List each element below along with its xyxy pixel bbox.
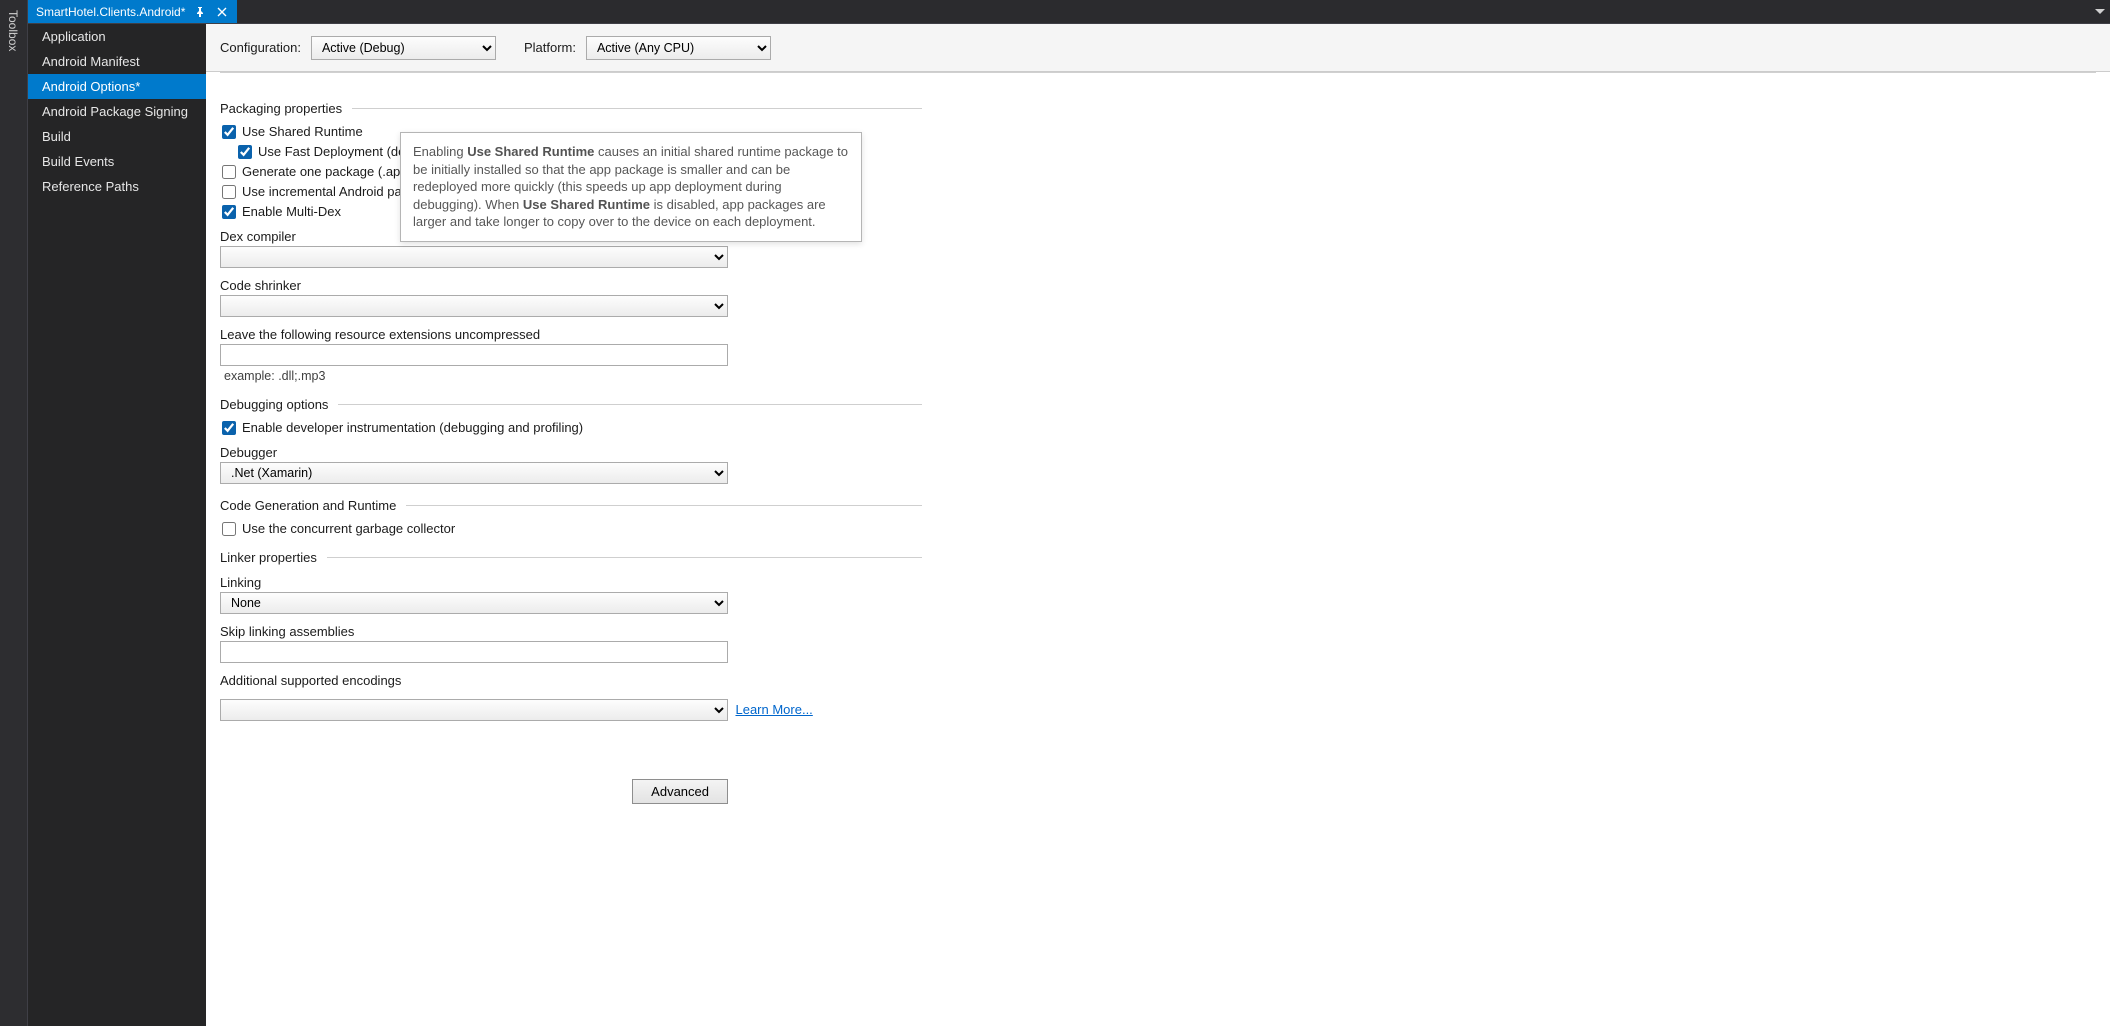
section-packaging: Packaging properties bbox=[220, 101, 922, 116]
checkbox-use-incremental-packaging[interactable] bbox=[222, 185, 236, 199]
code-shrinker-label: Code shrinker bbox=[220, 278, 922, 293]
pin-icon[interactable] bbox=[193, 5, 207, 19]
sidebar-item-android-options[interactable]: Android Options* bbox=[28, 74, 206, 99]
configuration-select[interactable]: Active (Debug) bbox=[311, 36, 496, 60]
config-bar: Configuration: Active (Debug) Platform: … bbox=[206, 24, 2110, 72]
debugger-select[interactable]: .Net (Xamarin) bbox=[220, 462, 728, 484]
label-enable-dev-instrumentation: Enable developer instrumentation (debugg… bbox=[242, 420, 583, 435]
sidebar-item-reference-paths[interactable]: Reference Paths bbox=[28, 174, 206, 199]
checkbox-use-shared-runtime[interactable] bbox=[222, 125, 236, 139]
uncompressed-ext-label: Leave the following resource extensions … bbox=[220, 327, 922, 342]
document-tab-title: SmartHotel.Clients.Android* bbox=[36, 5, 185, 19]
additional-encodings-label: Additional supported encodings bbox=[220, 673, 922, 688]
section-rule bbox=[327, 557, 922, 558]
dex-compiler-select[interactable] bbox=[220, 246, 728, 268]
close-icon[interactable] bbox=[215, 5, 229, 19]
platform-select[interactable]: Active (Any CPU) bbox=[586, 36, 771, 60]
tooltip-use-shared-runtime: Enabling Use Shared Runtime causes an in… bbox=[400, 132, 862, 242]
section-rule bbox=[338, 404, 922, 405]
section-debugging-title: Debugging options bbox=[220, 397, 328, 412]
advanced-button[interactable]: Advanced bbox=[632, 779, 728, 804]
advanced-row: Advanced bbox=[220, 751, 728, 804]
toolbox-tab[interactable]: Toolbox bbox=[4, 6, 22, 55]
skip-linking-label: Skip linking assemblies bbox=[220, 624, 922, 639]
sidebar-item-android-package-signing[interactable]: Android Package Signing bbox=[28, 99, 206, 124]
label-enable-multidex: Enable Multi-Dex bbox=[242, 204, 341, 219]
uncompressed-ext-input[interactable] bbox=[220, 344, 728, 366]
checkbox-generate-one-apk[interactable] bbox=[222, 165, 236, 179]
checkbox-concurrent-gc[interactable] bbox=[222, 522, 236, 536]
tooltip-bold-2: Use Shared Runtime bbox=[523, 197, 650, 212]
linking-select[interactable]: None bbox=[220, 592, 728, 614]
project-properties-nav: Application Android Manifest Android Opt… bbox=[28, 24, 206, 1026]
section-rule bbox=[352, 108, 922, 109]
additional-encodings-select[interactable] bbox=[220, 699, 728, 721]
label-concurrent-gc: Use the concurrent garbage collector bbox=[242, 521, 455, 536]
section-debugging: Debugging options bbox=[220, 397, 922, 412]
sidebar-item-android-manifest[interactable]: Android Manifest bbox=[28, 49, 206, 74]
learn-more-link[interactable]: Learn More... bbox=[735, 702, 812, 717]
tooltip-text-1: Enabling bbox=[413, 144, 467, 159]
sidebar-item-application[interactable]: Application bbox=[28, 24, 206, 49]
toolbox-panel: Toolbox bbox=[0, 0, 28, 1026]
section-codegen: Code Generation and Runtime bbox=[220, 498, 922, 513]
section-codegen-title: Code Generation and Runtime bbox=[220, 498, 396, 513]
section-linker: Linker properties bbox=[220, 550, 922, 565]
tooltip-bold-1: Use Shared Runtime bbox=[467, 144, 594, 159]
section-packaging-title: Packaging properties bbox=[220, 101, 342, 116]
checkbox-enable-multidex[interactable] bbox=[222, 205, 236, 219]
row-enable-dev-instrumentation: Enable developer instrumentation (debugg… bbox=[222, 420, 922, 435]
label-use-shared-runtime: Use Shared Runtime bbox=[242, 124, 363, 139]
tab-overflow-button[interactable] bbox=[2090, 0, 2110, 23]
section-linker-title: Linker properties bbox=[220, 550, 317, 565]
sidebar-item-build-events[interactable]: Build Events bbox=[28, 149, 206, 174]
skip-linking-input[interactable] bbox=[220, 641, 728, 663]
linking-label: Linking bbox=[220, 575, 922, 590]
uncompressed-ext-hint: example: .dll;.mp3 bbox=[224, 369, 922, 383]
row-concurrent-gc: Use the concurrent garbage collector bbox=[222, 521, 922, 536]
checkbox-use-fast-deployment[interactable] bbox=[238, 145, 252, 159]
checkbox-enable-dev-instrumentation[interactable] bbox=[222, 421, 236, 435]
platform-label: Platform: bbox=[524, 40, 576, 55]
main-content: Configuration: Active (Debug) Platform: … bbox=[206, 24, 2110, 1026]
section-rule bbox=[406, 505, 922, 506]
debugger-label: Debugger bbox=[220, 445, 922, 460]
document-tab-well: SmartHotel.Clients.Android* bbox=[28, 0, 2110, 24]
sidebar-item-build[interactable]: Build bbox=[28, 124, 206, 149]
configuration-label: Configuration: bbox=[220, 40, 301, 55]
document-tab-active[interactable]: SmartHotel.Clients.Android* bbox=[28, 0, 237, 23]
code-shrinker-select[interactable] bbox=[220, 295, 728, 317]
